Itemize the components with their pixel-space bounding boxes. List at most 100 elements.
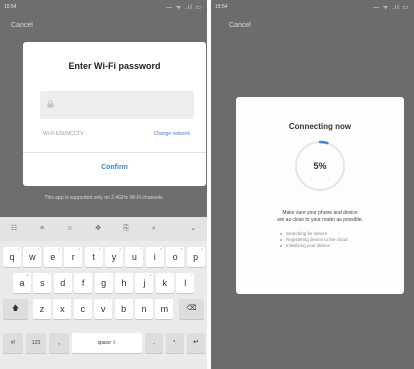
collapse-keyboard-icon[interactable]: ⌄ <box>188 224 198 234</box>
key-hint: 0 <box>200 247 203 251</box>
key-k[interactable]: (k <box>155 273 174 293</box>
key-label: c <box>80 304 86 314</box>
lock-icon <box>47 100 54 108</box>
key-hint: ? <box>108 299 111 303</box>
key-s[interactable]: * s <box>33 273 52 293</box>
connecting-dialog: Connecting now 5% Make sure your phone a… <box>236 97 404 294</box>
key-d[interactable]: + d <box>53 273 72 293</box>
status-icons: — ᯤ .ıl ▭ <box>166 5 202 11</box>
key-l[interactable]: ) l <box>176 273 195 293</box>
symbols-key[interactable]: #/ <box>3 333 23 353</box>
space-key[interactable]: space ⇩ <box>72 333 142 353</box>
key-r[interactable]: 4r <box>64 247 83 267</box>
key-v[interactable]: ? v <box>94 299 113 319</box>
key-label: t <box>92 252 95 262</box>
progress-percent: 5% <box>313 161 327 171</box>
key-b[interactable]: ! b <box>114 299 133 319</box>
key-label: v <box>100 304 106 314</box>
key-label: j <box>143 278 146 288</box>
key-hint: 4 <box>78 247 81 251</box>
key-j[interactable]: # j <box>135 273 154 293</box>
search-icon[interactable]: ⌕ <box>149 224 159 234</box>
keyboard: ☷ ≡ ☺ ✥ ⎘ ⌕ ⌄ 1q2w3e4r5t6y7u8i9o0p @ a * s +… <box>0 217 207 369</box>
key-label: z <box>39 304 45 314</box>
key-u[interactable]: 7u <box>125 247 144 267</box>
key-hint: ~ <box>149 299 151 303</box>
period-key[interactable]: . <box>145 333 163 353</box>
proximity-instruction: Make sure your phone and device are as c… <box>236 210 404 224</box>
dialog-title: Connecting now <box>288 122 352 131</box>
key-hint: … <box>168 299 172 303</box>
instruction-line-2: are as close to your router as possible. <box>277 217 363 223</box>
cancel-button[interactable]: Cancel <box>11 22 33 29</box>
cursor-move-icon[interactable]: ✥ <box>93 224 103 234</box>
key-hint: 7 <box>139 247 142 251</box>
wifi-band-note: This app is supported only on 2.4GHz Wi-… <box>44 195 163 201</box>
key-hint: 9 <box>180 247 183 251</box>
key-label: r <box>71 252 75 262</box>
change-network-link[interactable]: Change network <box>154 131 190 137</box>
key-q[interactable]: 1q <box>3 247 21 267</box>
key-label: m <box>160 304 169 314</box>
key-n[interactable]: ~ n <box>135 299 153 319</box>
key-label: q <box>9 252 15 262</box>
key-hint: @ <box>25 273 29 277</box>
status-bar: 15:54 — ᯤ .ıl ▭ <box>211 0 414 14</box>
backspace-key[interactable]: ⌫ <box>179 299 204 319</box>
key-y[interactable]: 6y <box>105 247 123 267</box>
key-z[interactable]: ' z <box>33 299 51 319</box>
key-i[interactable]: 8i <box>145 247 164 267</box>
key-label: i <box>153 252 156 262</box>
keyboard-toolbar: ☷ ≡ ☺ ✥ ⎘ ⌕ ⌄ <box>0 217 207 241</box>
menu-icon[interactable]: ≡ <box>37 224 47 234</box>
key-hint: = <box>108 273 111 277</box>
grid-icon[interactable]: ☷ <box>9 224 19 234</box>
status-bar: 15:54 — ᯤ .ıl ▭ <box>0 0 207 14</box>
key-h[interactable]: / h <box>115 273 133 293</box>
key-label: e <box>50 252 56 262</box>
key-hint: " <box>88 299 90 303</box>
key-hint: : <box>68 299 70 303</box>
key-label: o <box>172 252 178 262</box>
emoji-icon[interactable]: ☺ <box>65 224 75 234</box>
key-a[interactable]: @ a <box>13 273 31 293</box>
connection-steps: Searching for device Registering device … <box>280 231 348 249</box>
key-e[interactable]: 3e <box>43 247 62 267</box>
confirm-button[interactable]: Confirm <box>23 164 206 171</box>
key-label: b <box>121 304 127 314</box>
key-label: y <box>111 252 117 262</box>
key-hint: + <box>68 273 70 277</box>
key-p[interactable]: 0p <box>186 247 205 267</box>
enter-key[interactable]: ↵ <box>187 333 205 353</box>
shift-key[interactable]: 🡅 <box>3 299 28 319</box>
key-w[interactable]: 2w <box>23 247 42 267</box>
comma-key[interactable]: , <box>49 333 69 353</box>
numbers-key[interactable]: 123 <box>26 333 46 353</box>
key-g[interactable]: = g <box>94 273 113 293</box>
punctuation-key[interactable]: *, <box>166 333 184 353</box>
wifi-password-screen: 15:54 — ᯤ .ıl ▭ Cancel Enter Wi-Fi passw… <box>0 0 207 369</box>
key-f[interactable]: -f <box>74 273 93 293</box>
key-x[interactable]: :x <box>53 299 72 319</box>
key-m[interactable]: … m <box>155 299 174 319</box>
password-input[interactable] <box>40 91 194 119</box>
key-label: p <box>193 252 199 262</box>
key-hint: 5 <box>98 247 101 251</box>
dialog-title: Enter Wi-Fi password <box>68 61 161 71</box>
wifi-password-dialog: Enter Wi-Fi password Wi-Fi ESUNCCTV Chan… <box>23 42 206 186</box>
key-hint: 1 <box>17 247 19 251</box>
status-time: 15:54 <box>215 4 228 10</box>
key-c[interactable]: " c <box>73 299 92 319</box>
status-icons: — ᯤ .ıl ▭ <box>373 5 409 11</box>
key-hint: 8 <box>160 247 162 251</box>
connecting-screen: 15:54 — ᯤ .ıl ▭ Cancel Connecting now 5%… <box>211 0 414 369</box>
cancel-button[interactable]: Cancel <box>229 22 251 29</box>
key-o[interactable]: 9o <box>166 247 185 267</box>
key-hint: / <box>130 273 131 277</box>
step-item: Initializing your device <box>280 243 348 249</box>
key-label: d <box>60 278 66 288</box>
key-t[interactable]: 5t <box>84 247 103 267</box>
key-label: l <box>184 278 187 288</box>
clipboard-icon[interactable]: ⎘ <box>121 224 131 234</box>
network-name: Wi-Fi ESUNCCTV <box>43 131 84 137</box>
